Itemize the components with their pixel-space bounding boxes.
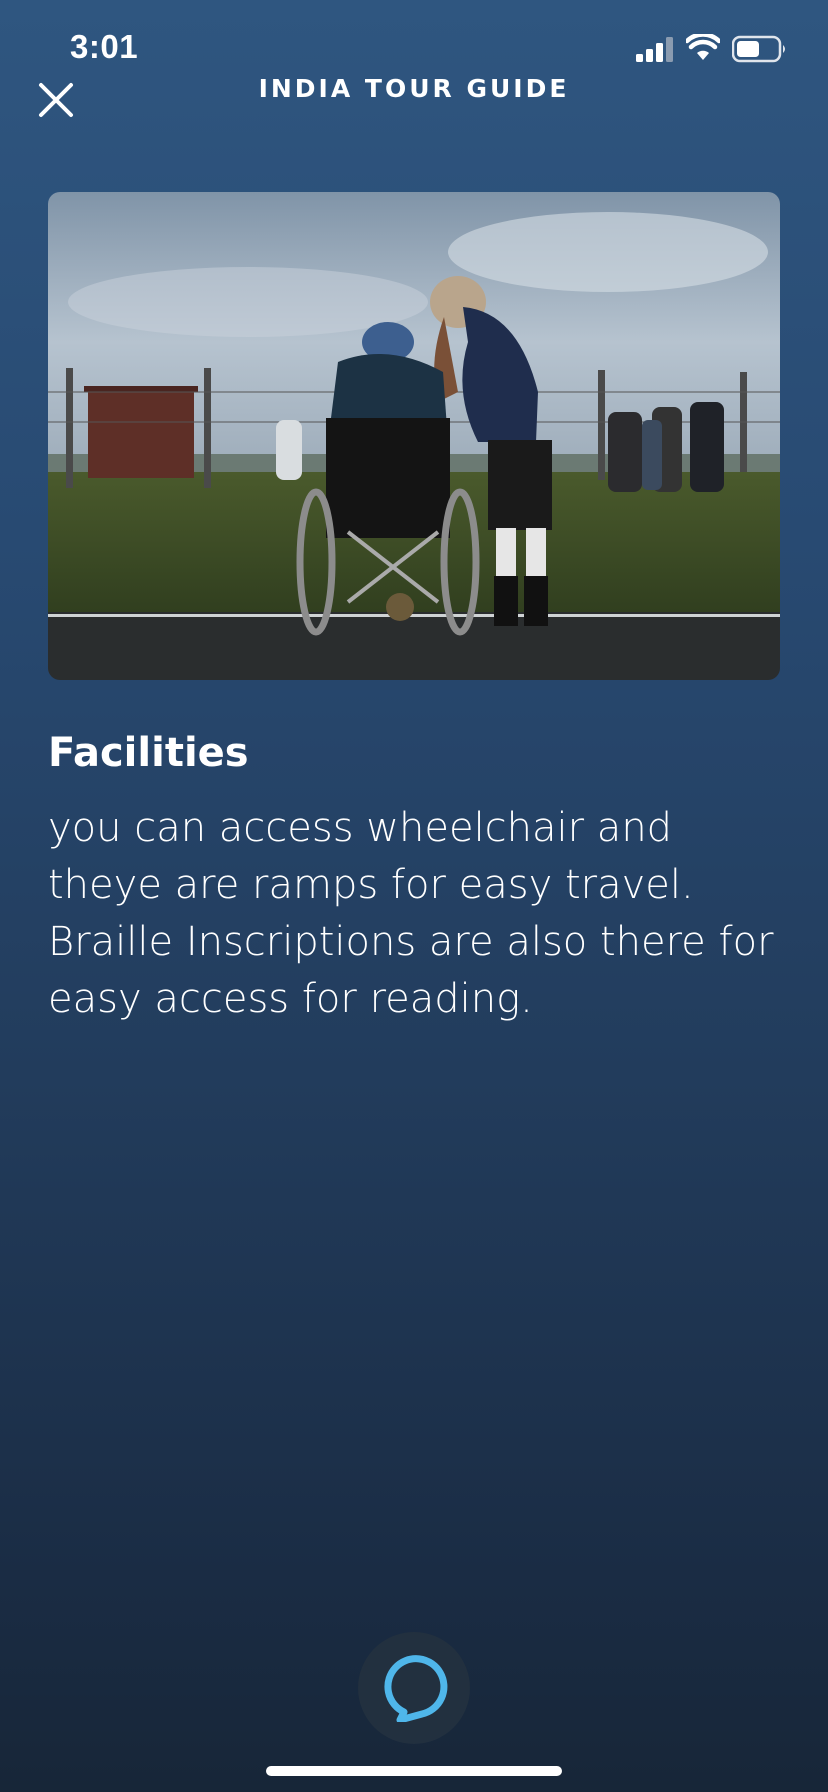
cellular-signal-icon — [636, 37, 673, 62]
section-heading: Facilities — [48, 730, 249, 776]
battery-icon — [732, 35, 785, 63]
page-title: INDIA TOUR GUIDE — [258, 74, 570, 103]
hero-image — [48, 192, 780, 680]
wifi-icon — [686, 34, 720, 60]
home-indicator[interactable] — [266, 1766, 562, 1776]
status-icons — [636, 34, 796, 66]
section-body: you can access wheelchair and theye are … — [48, 805, 774, 1022]
status-time: 3:01 — [70, 28, 139, 65]
alexa-voice-button[interactable] — [358, 1632, 470, 1744]
alexa-ring-icon — [384, 1655, 448, 1722]
wheelchair-photo — [48, 192, 780, 680]
